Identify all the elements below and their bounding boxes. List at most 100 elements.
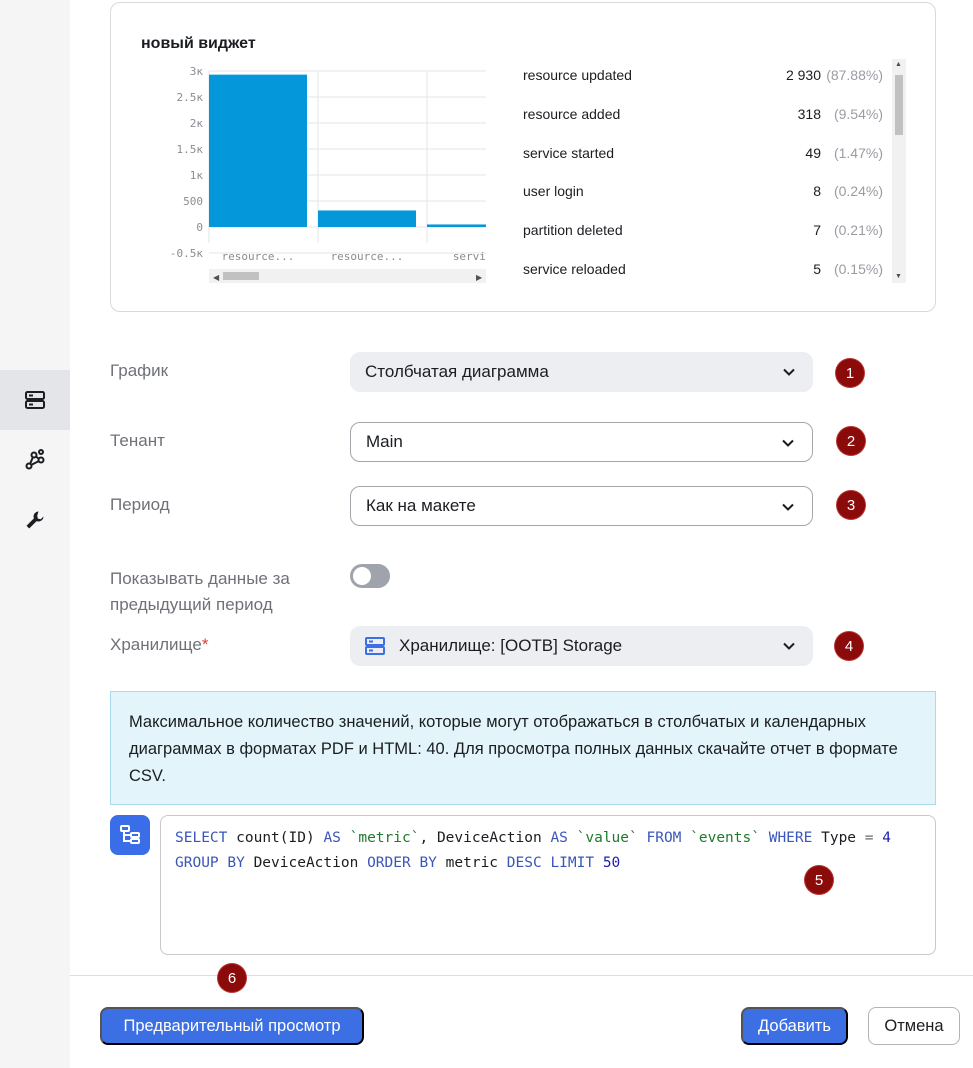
sql-token: AS [323,830,341,846]
storage-icon [25,391,45,409]
sql-token: `events` [690,830,760,846]
sql-token: `value` [576,830,638,846]
storage-icon [365,637,385,655]
scroll-up-icon[interactable]: ▲ [895,61,902,69]
sql-token: count(ID) [236,830,315,846]
legend-percent: (87.88%) [826,67,883,83]
sql-token: DeviceAction [253,855,359,871]
sql-token: SELECT [175,830,228,846]
sql-token: = [864,830,874,846]
tenant-select[interactable]: Main [350,422,813,462]
previous-period-label: Показывать данные за предыдущий период [110,566,290,618]
widget-preview-card: новый виджет 3к 2.5к 2к 1.5к 1к 500 0 -0.5к reso… [110,2,936,312]
footer-divider [70,975,973,976]
scroll-down-icon[interactable]: ▼ [895,273,902,281]
sql-token: LIMIT [550,855,595,871]
legend-value: 318 [797,105,821,122]
previous-period-toggle[interactable] [350,564,390,588]
storage-label: Хранилище* [110,635,208,655]
storage-label-text: Хранилище [110,635,202,654]
callout-badge-5: 5 [805,866,833,894]
scroll-thumb[interactable] [895,75,903,135]
info-banner: Максимальное количество значений, которы… [110,691,936,805]
query-builder-button[interactable] [110,815,150,855]
cancel-button[interactable]: Отмена [868,1007,960,1045]
callout-badge-2: 2 [837,427,865,455]
callout-badge-1: 1 [836,359,864,387]
tenant-label: Тенант [110,431,165,450]
x-tick-label: resource... [222,250,295,263]
legend-row: service reloaded 5 (0.15%) [523,257,883,281]
legend-label: resource updated [523,67,632,83]
rail-item-storage[interactable] [0,370,70,430]
y-tick-label: 2к [190,117,204,130]
legend-value: 5 [813,261,821,277]
chevron-down-icon [782,439,794,447]
legend-label: resource added [523,105,621,122]
legend-percent: (0.21%) [833,222,883,239]
y-tick-label: 3к [190,65,204,78]
legend-row: service started 49 (1.47%) [523,141,883,165]
period-select[interactable]: Как на макете [350,486,813,526]
sql-token: Type [821,830,857,846]
legend-value: 7 [813,222,821,239]
preview-button[interactable]: Предварительный просмотр [100,1007,364,1045]
chart-type-label: График [110,361,169,380]
legend-row: partition deleted 7 (0.21%) [523,218,883,242]
sql-token: FROM [646,830,682,846]
sql-token: AS [550,830,568,846]
scroll-left-icon: ◀ [213,273,220,282]
legend-value: 49 [805,144,821,161]
callout-badge-3: 3 [837,491,865,519]
legend-label: partition deleted [523,222,623,239]
sql-token: ORDER BY [367,855,437,871]
legend-row: resource updated 2 930 (87.88%) [523,63,883,87]
callout-badge-6: 6 [218,964,246,992]
left-rail [0,0,70,1068]
toggle-knob [353,567,371,585]
rail-item-settings[interactable] [0,490,70,550]
chart-scroll-thumb [223,272,259,280]
callout-badge-4: 4 [835,632,863,660]
legend-label: service reloaded [523,261,626,277]
bar-chart: 3к 2.5к 2к 1.5к 1к 500 0 -0.5к resource... resour… [170,65,486,283]
sql-token: 4 [882,830,891,846]
y-tick-label: 0 [196,221,203,234]
legend-percent: (9.54%) [833,105,883,122]
previous-period-label-line1: Показывать данные за [110,569,290,588]
sql-token: `metric` [349,830,420,846]
sql-token: WHERE [768,830,813,846]
legend-percent: (0.24%) [833,183,883,200]
chart-type-select[interactable]: Столбчатая диаграмма [350,352,813,392]
bar [318,210,416,227]
storage-value: Хранилище: [OOTB] Storage [399,636,623,655]
wrench-icon [26,511,44,529]
chart-type-value: Столбчатая диаграмма [365,362,549,381]
sql-token: metric [445,855,499,871]
scroll-right-icon: ▶ [476,273,483,282]
y-tick-label: 1к [190,169,204,182]
chevron-down-icon [782,503,794,511]
tenant-value: Main [366,432,403,451]
period-label: Период [110,495,170,514]
legend-value: 8 [813,183,821,200]
x-tick-label: service [453,250,486,263]
legend-row: user login 8 (0.24%) [523,179,883,203]
chart-legend: resource updated 2 930 (87.88%) resource ad… [523,59,893,283]
required-asterisk: * [201,635,209,654]
rail-item-graph[interactable] [0,430,70,490]
add-button[interactable]: Добавить [741,1007,848,1045]
sql-token: GROUP BY [175,855,245,871]
sql-token: , DeviceAction [419,830,542,846]
legend-percent: (1.47%) [833,144,883,161]
legend-label: user login [523,183,584,200]
legend-value: 2 930 [785,67,821,83]
storage-select[interactable]: Хранилище: [OOTB] Storage [350,626,813,666]
x-tick-label: resource... [331,250,404,263]
legend-row: resource added 318 (9.54%) [523,102,883,126]
bar [427,224,486,227]
legend-scrollbar[interactable]: ▲ ▼ [892,59,906,283]
legend-percent: (0.15%) [833,261,883,277]
legend-label: service started [523,144,615,161]
sql-token: 50 [602,855,621,871]
